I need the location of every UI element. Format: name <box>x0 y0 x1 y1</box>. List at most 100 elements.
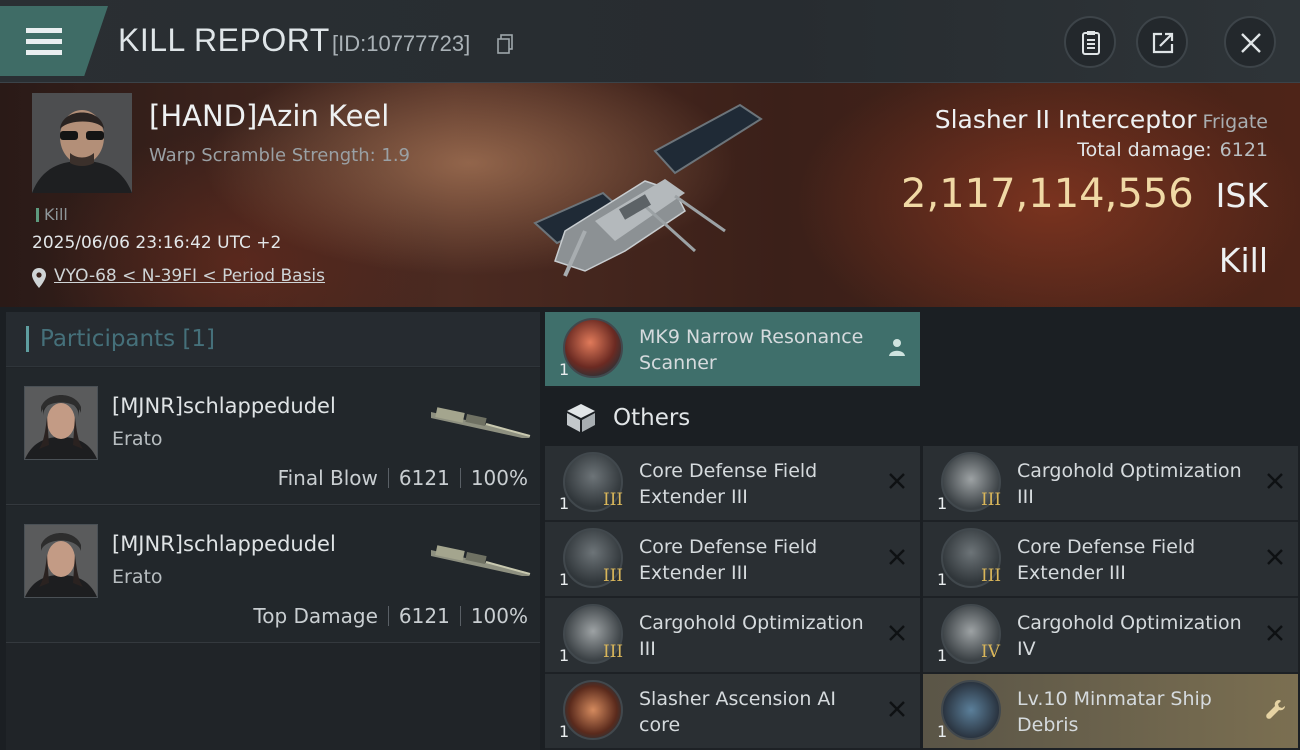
participant-row[interactable]: [MJNR]schlappedudel Erato Top Damage 6121… <box>6 506 540 643</box>
participant-ship: Erato <box>112 566 163 588</box>
module-name: MK9 Narrow Resonance Scanner <box>639 326 864 374</box>
participant-row[interactable]: [MJNR]schlappedudel Erato Final Blow 6121… <box>6 368 540 505</box>
ship-debris-icon <box>941 680 1001 740</box>
ai-core-icon <box>563 680 623 740</box>
weapon-icon <box>431 545 531 576</box>
module-name: Core Defense Field Extender III <box>1017 536 1196 584</box>
victim-portrait[interactable] <box>32 93 132 193</box>
participant-damage: 6121 <box>398 604 450 628</box>
share-icon <box>1152 32 1174 54</box>
module-item[interactable]: 1 IV Cargohold Optimization IV <box>923 598 1298 674</box>
weapon-icon <box>431 407 531 438</box>
report-id: [ID:10777723] <box>332 31 471 56</box>
participant-ship: Erato <box>112 428 163 450</box>
copy-icon[interactable] <box>497 34 513 54</box>
kill-datetime: 2025/06/06 23:16:42 UTC +2 <box>32 233 282 253</box>
isk-unit: ISK <box>1215 176 1268 215</box>
participant-percent: 100% <box>470 466 528 490</box>
participant-stats: Final Blow 6121 100% <box>278 466 528 490</box>
participants-header: Participants [1] <box>6 312 540 367</box>
module-name: Cargohold Optimization IV <box>1017 612 1242 660</box>
ship-name[interactable]: Slasher II Interceptor Frigate <box>935 105 1268 134</box>
victim-name[interactable]: [HAND]Azin Keel <box>149 99 389 133</box>
close-icon[interactable] <box>886 470 908 492</box>
scanner-module-icon <box>563 318 623 378</box>
participants-panel: Participants [1] [MJNR]schlappedudel Era… <box>6 312 540 750</box>
total-damage-label: Total damage: <box>1077 139 1212 161</box>
module-tier: III <box>603 642 624 662</box>
victim-banner: [HAND]Azin Keel Warp Scramble Strength: … <box>0 83 1300 307</box>
module-item[interactable]: 1 III Core Defense Field Extender III <box>545 522 920 598</box>
location-pin-icon <box>32 268 46 288</box>
module-item[interactable]: 1 Slasher Ascension AI core <box>545 674 920 750</box>
module-qty: 1 <box>937 494 948 513</box>
module-name: Core Defense Field Extender III <box>639 460 818 508</box>
others-label: Others <box>613 405 691 431</box>
module-qty: 1 <box>559 570 570 589</box>
participant-damage: 6121 <box>398 466 450 490</box>
module-name: Cargohold Optimization III <box>1017 460 1242 508</box>
module-item-highlighted[interactable]: 1 MK9 Narrow Resonance Scanner <box>545 312 920 388</box>
module-name: Cargohold Optimization III <box>639 612 864 660</box>
module-tier: III <box>603 566 624 586</box>
module-name: Slasher Ascension AI core <box>639 688 837 736</box>
module-name: Lv.10 Minmatar Ship Debris <box>1017 688 1212 736</box>
close-icon[interactable] <box>886 622 908 644</box>
module-tier: IV <box>981 642 1000 662</box>
clipboard-button[interactable] <box>1064 16 1116 68</box>
module-item[interactable]: 1 III Core Defense Field Extender III <box>923 522 1298 598</box>
participant-role: Top Damage <box>253 604 378 628</box>
module-qty: 1 <box>559 646 570 665</box>
participants-title: Participants [1] <box>40 326 215 352</box>
ship-name-text: Slasher II Interceptor <box>934 105 1197 134</box>
module-item[interactable]: 1 Lv.10 Minmatar Ship Debris <box>923 674 1298 750</box>
participant-avatar[interactable] <box>24 386 98 460</box>
module-item[interactable]: 1 III Cargohold Optimization III <box>545 598 920 674</box>
close-icon[interactable] <box>886 546 908 568</box>
participant-stats: Top Damage 6121 100% <box>253 604 528 628</box>
participants-count: [1] <box>182 326 216 352</box>
close-icon[interactable] <box>1264 546 1286 568</box>
participant-name[interactable]: [MJNR]schlappedudel <box>112 532 336 556</box>
participant-avatar[interactable] <box>24 524 98 598</box>
person-icon[interactable] <box>886 336 908 358</box>
module-tier: III <box>981 490 1002 510</box>
menu-button[interactable] <box>0 6 108 76</box>
close-icon[interactable] <box>1264 470 1286 492</box>
module-qty: 1 <box>559 360 570 379</box>
module-tier: III <box>981 566 1002 586</box>
participant-role: Final Blow <box>277 466 378 490</box>
share-button[interactable] <box>1136 16 1188 68</box>
total-damage-value: 6121 <box>1219 139 1268 161</box>
warp-scramble-strength: Warp Scramble Strength: 1.9 <box>149 145 411 166</box>
close-icon[interactable] <box>1264 622 1286 644</box>
module-qty: 1 <box>937 570 948 589</box>
participant-percent: 100% <box>470 604 528 628</box>
kill-tag-label: Kill <box>44 205 68 224</box>
cube-icon <box>567 404 595 432</box>
close-icon[interactable] <box>886 698 908 720</box>
wrench-icon[interactable] <box>1264 698 1286 720</box>
isk-value: 2,117,114,556 ISK <box>901 171 1268 217</box>
kill-tag: Kill <box>36 205 68 224</box>
location-link[interactable]: VYO-68 < N-39FI < Period Basis <box>54 266 325 286</box>
total-damage: Total damage: 6121 <box>1077 139 1268 161</box>
module-item[interactable]: 1 III Core Defense Field Extender III <box>545 446 920 522</box>
hamburger-icon <box>26 28 62 61</box>
module-item[interactable]: 1 III Cargohold Optimization III <box>923 446 1298 522</box>
result-label: Kill <box>1218 241 1268 280</box>
kill-location[interactable]: VYO-68 < N-39FI < Period Basis <box>32 266 325 288</box>
title-bar: KILL REPORT [ID:10777723] <box>0 0 1300 83</box>
module-qty: 1 <box>559 494 570 513</box>
module-qty: 1 <box>559 722 570 741</box>
participants-label: Participants <box>40 326 176 352</box>
close-button[interactable] <box>1224 16 1276 68</box>
module-qty: 1 <box>937 722 948 741</box>
ship-image <box>533 103 763 277</box>
isk-amount: 2,117,114,556 <box>901 171 1194 217</box>
module-qty: 1 <box>937 646 948 665</box>
page-title: KILL REPORT <box>118 22 330 58</box>
participant-name[interactable]: [MJNR]schlappedudel <box>112 394 336 418</box>
others-section-header: Others <box>545 392 1299 446</box>
close-icon <box>1241 33 1261 53</box>
